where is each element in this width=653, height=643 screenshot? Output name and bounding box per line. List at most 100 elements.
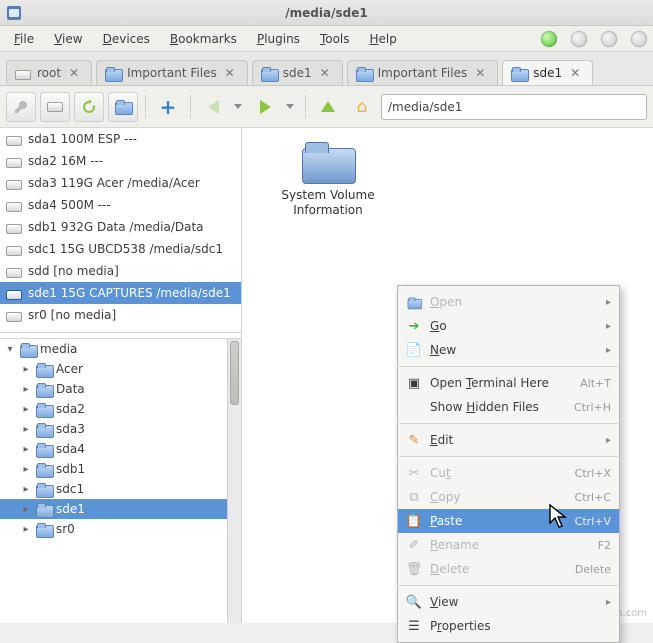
ctx-delete: 🗑 Delete Delete <box>398 557 619 581</box>
expander-icon[interactable]: ▸ <box>20 404 32 415</box>
ctx-edit[interactable]: ✎ Edit ▸ <box>398 428 619 452</box>
tree-item[interactable]: ▸ sda2 <box>0 399 227 419</box>
tab-important-1[interactable]: Important Files ✕ <box>96 60 248 85</box>
menu-tools[interactable]: Tools <box>312 29 358 49</box>
ctx-open-terminal[interactable]: ▣ Open Terminal Here Alt+T <box>398 371 619 395</box>
toolbar-separator <box>145 95 146 119</box>
expander-icon[interactable]: ▸ <box>20 524 32 535</box>
properties-icon: ☰ <box>406 618 422 634</box>
nav-home-button[interactable]: ⌂ <box>347 92 377 122</box>
menu-separator <box>399 366 618 367</box>
nav-back-menu[interactable] <box>232 92 246 122</box>
volume-item[interactable]: sdc1 15G UBCD538 /media/sdc1 <box>0 238 241 260</box>
menu-view[interactable]: View <box>46 29 90 49</box>
status-led-4[interactable] <box>631 31 647 47</box>
ctx-properties[interactable]: ☰ Properties <box>398 614 619 638</box>
menu-plugins[interactable]: Plugins <box>249 29 308 49</box>
arrow-left-icon <box>208 100 219 114</box>
tool-open-button[interactable] <box>40 92 70 122</box>
ctx-go[interactable]: ➔ Go ▸ <box>398 314 619 338</box>
titlebar: /media/sde1 <box>0 0 653 26</box>
nav-forward-menu[interactable] <box>284 92 298 122</box>
tool-refresh-button[interactable] <box>74 92 104 122</box>
close-icon[interactable]: ✕ <box>568 66 582 80</box>
expander-icon[interactable]: ▸ <box>20 384 32 395</box>
tree-item[interactable]: ▸sdc1 <box>0 479 227 499</box>
menu-separator <box>399 423 618 424</box>
refresh-icon <box>81 99 97 115</box>
menu-file[interactable]: File <box>6 29 42 49</box>
expander-icon[interactable]: ▾ <box>4 344 16 355</box>
volume-item[interactable]: sda1 100M ESP --- <box>0 128 241 150</box>
tree-label: sda2 <box>56 402 85 416</box>
chevron-right-icon: ▸ <box>606 435 611 446</box>
ctx-show-hidden[interactable]: Show Hidden Files Ctrl+H <box>398 395 619 419</box>
close-icon[interactable]: ✕ <box>223 66 237 80</box>
ctx-rename: ✐ Rename F2 <box>398 533 619 557</box>
hdd-icon <box>6 246 22 256</box>
file-item[interactable]: System Volume Information <box>268 142 388 218</box>
volume-list: sda1 100M ESP --- sda2 16M --- sda3 119G… <box>0 128 241 338</box>
expander-icon[interactable]: ▸ <box>20 424 32 435</box>
tab-sde1-active[interactable]: sde1 ✕ <box>502 60 593 85</box>
tool-folder-button[interactable] <box>108 92 138 122</box>
tool-settings-button[interactable] <box>6 92 36 122</box>
volume-item-selected[interactable]: sde1 15G CAPTURES /media/sde1 <box>0 282 241 304</box>
scrollbar-thumb[interactable] <box>230 341 239 405</box>
ctx-paste[interactable]: 📋 Paste Ctrl+V <box>398 509 619 533</box>
chevron-right-icon: ▸ <box>606 345 611 356</box>
status-led-1[interactable] <box>541 31 557 47</box>
ctx-cut: ✂ Cut Ctrl+X <box>398 461 619 485</box>
volume-item[interactable]: sda4 500M --- <box>0 194 241 216</box>
expander-icon[interactable]: ▸ <box>20 364 32 375</box>
tab-sde1-1[interactable]: sde1 ✕ <box>252 60 343 85</box>
ctx-new[interactable]: 📄 New ▸ <box>398 338 619 362</box>
volume-item[interactable]: sda2 16M --- <box>0 150 241 172</box>
tree-item[interactable]: ▸sda4 <box>0 439 227 459</box>
ctx-view[interactable]: 🔍 View ▸ <box>398 590 619 614</box>
nav-back-button[interactable] <box>198 92 228 122</box>
tree-item[interactable]: ▸sr0 <box>0 519 227 539</box>
volume-item[interactable]: sr0 [no media] <box>0 304 241 326</box>
ctx-open: Open ▸ <box>398 290 619 314</box>
expander-icon[interactable]: ▸ <box>20 484 32 495</box>
menu-help[interactable]: Help <box>362 29 405 49</box>
close-icon[interactable]: ✕ <box>67 66 81 80</box>
tree-item[interactable]: ▸Acer <box>0 359 227 379</box>
scrollbar[interactable] <box>227 339 241 623</box>
folder-icon <box>36 523 52 536</box>
close-icon[interactable]: ✕ <box>318 66 332 80</box>
nav-forward-button[interactable] <box>250 92 280 122</box>
tree-item[interactable]: ▸ Data <box>0 379 227 399</box>
volume-item[interactable]: sdb1 932G Data /media/Data <box>0 216 241 238</box>
path-input[interactable]: /media/sde1 <box>381 94 647 120</box>
terminal-icon: ▣ <box>406 375 422 391</box>
expander-icon[interactable]: ▸ <box>20 444 32 455</box>
tree-item[interactable]: ▸sdb1 <box>0 459 227 479</box>
folder-icon <box>36 383 52 396</box>
tree-item[interactable]: ▸sda3 <box>0 419 227 439</box>
tree-label: sde1 <box>56 502 85 516</box>
volume-label: sda3 119G Acer /media/Acer <box>28 176 200 190</box>
expander-icon[interactable]: ▸ <box>20 464 32 475</box>
accel-label: Ctrl+H <box>574 401 611 414</box>
tab-root[interactable]: root ✕ <box>6 60 92 85</box>
menu-devices[interactable]: Devices <box>95 29 158 49</box>
tree-root[interactable]: ▾ media <box>0 339 227 359</box>
tree-item-selected[interactable]: ▸ sde1 <box>0 499 227 519</box>
menu-bookmarks[interactable]: Bookmarks <box>162 29 245 49</box>
tab-important-2[interactable]: Important Files ✕ <box>347 60 499 85</box>
status-led-2[interactable] <box>571 31 587 47</box>
expander-icon[interactable]: ▸ <box>20 504 32 515</box>
tab-label: sde1 <box>533 66 562 80</box>
tool-add-button[interactable]: + <box>153 92 183 122</box>
hdd-icon <box>6 158 22 168</box>
tree-label: Data <box>56 382 85 396</box>
nav-up-button[interactable] <box>313 92 343 122</box>
close-icon[interactable]: ✕ <box>473 66 487 80</box>
hdd-icon <box>47 102 63 112</box>
volume-label: sde1 15G CAPTURES /media/sde1 <box>28 286 231 300</box>
volume-item[interactable]: sdd [no media] <box>0 260 241 282</box>
volume-item[interactable]: sda3 119G Acer /media/Acer <box>0 172 241 194</box>
status-led-3[interactable] <box>601 31 617 47</box>
